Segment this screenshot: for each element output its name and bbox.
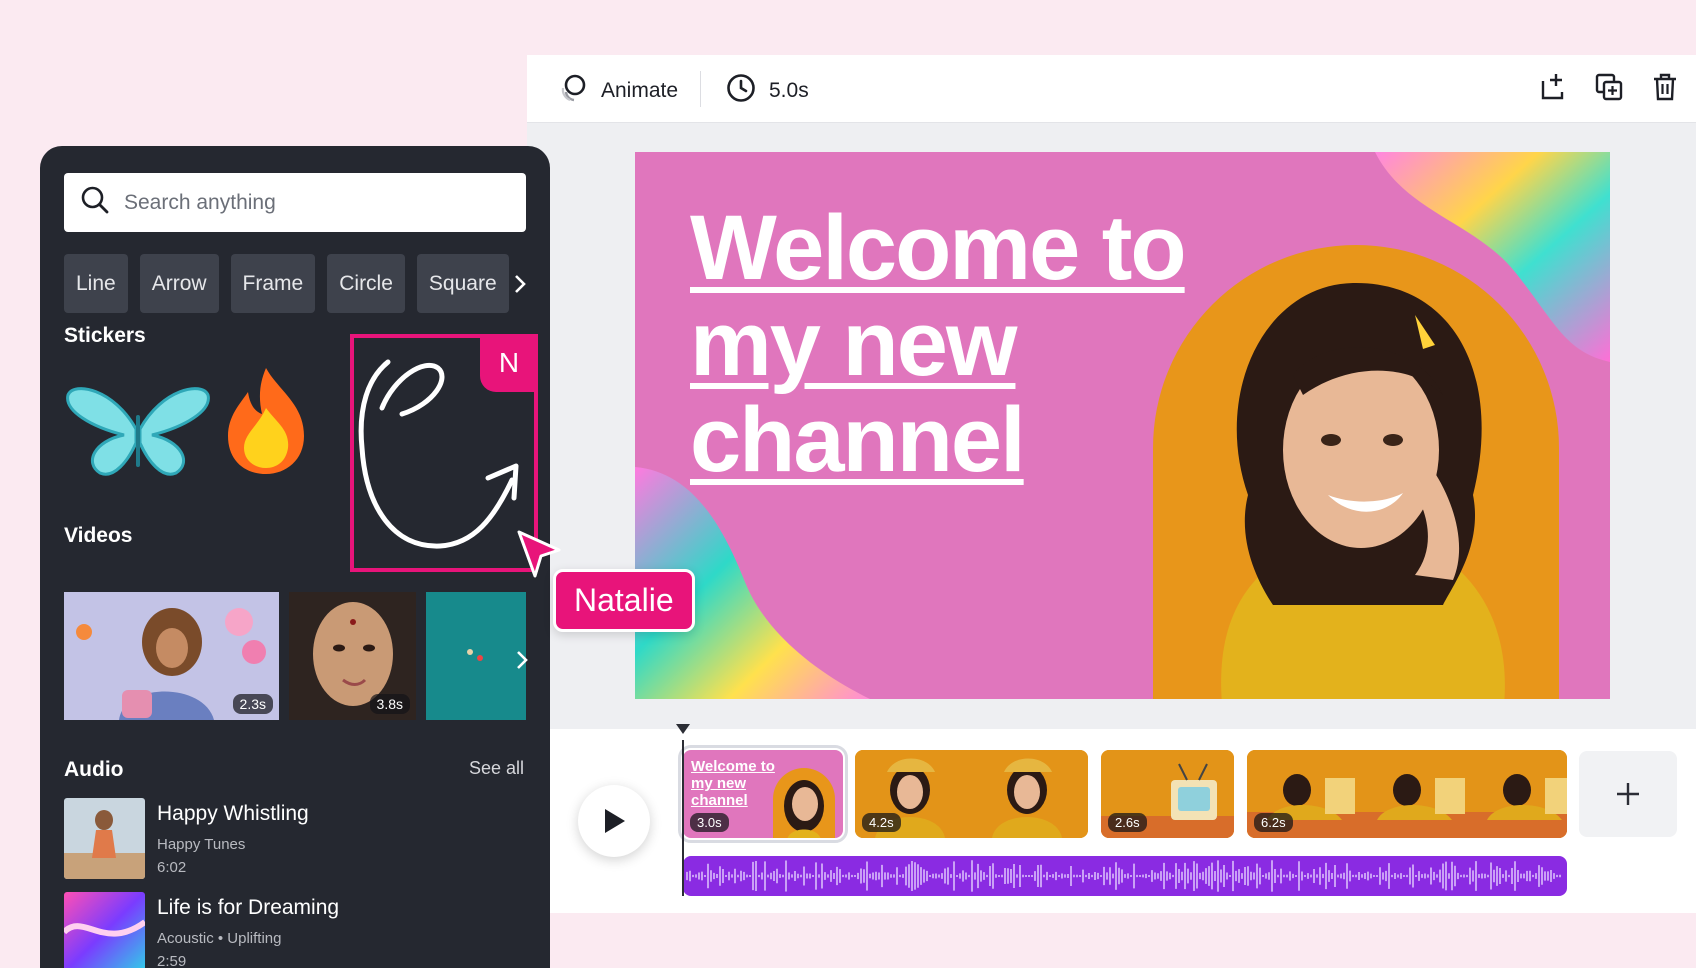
- audio-artist: Acoustic • Uplifting: [157, 930, 282, 947]
- page-actions: [1536, 70, 1682, 104]
- timeline-clip-2[interactable]: 4.2s: [855, 750, 1088, 838]
- portrait-photo[interactable]: [1153, 245, 1559, 699]
- audio-item-2[interactable]: Life is for Dreaming Acoustic • Upliftin…: [64, 892, 339, 968]
- stickers-heading: Stickers: [64, 324, 146, 347]
- clip-duration-badge: 3.0s: [690, 813, 729, 832]
- video-duration-badge: 3.8s: [369, 694, 410, 714]
- audio-item-1[interactable]: Happy Whistling Happy Tunes 6:02: [64, 798, 309, 879]
- video-duration-badge: 2.3s: [232, 694, 273, 714]
- audio-artist: Happy Tunes: [157, 836, 246, 853]
- selected-sticker-swirl[interactable]: N: [350, 334, 538, 572]
- playhead-line[interactable]: [682, 740, 684, 896]
- design-canvas[interactable]: Welcome to my new channel: [635, 152, 1610, 699]
- chip-line[interactable]: Line: [64, 254, 128, 313]
- chip-square[interactable]: Square: [416, 254, 509, 313]
- see-all-link[interactable]: See all: [469, 758, 524, 779]
- clip-duration-badge: 2.6s: [1108, 813, 1147, 832]
- timeline-clip-3[interactable]: 2.6s: [1101, 750, 1234, 838]
- editor-toolbar: Animate 5.0s: [527, 55, 1696, 123]
- audio-title: Life is for Dreaming: [157, 896, 340, 919]
- duration-button[interactable]: 5.0s: [725, 72, 809, 110]
- audio-waveform: [686, 860, 1561, 892]
- animate-icon: [557, 72, 589, 110]
- clip-duration-badge: 6.2s: [1254, 813, 1293, 832]
- audio-heading: Audio: [64, 758, 124, 781]
- clip-thumb-title: Welcome to my new channel: [691, 758, 775, 809]
- clip-duration-badge: 4.2s: [862, 813, 901, 832]
- trash-icon[interactable]: [1648, 70, 1682, 104]
- elements-side-panel: Line Arrow Frame Circle Square Stickers …: [40, 146, 550, 968]
- clock-icon: [725, 72, 757, 110]
- timeline-clip-1[interactable]: Welcome to my new channel 3.0s: [678, 745, 848, 843]
- timeline-clip-4[interactable]: 6.2s: [1247, 750, 1567, 838]
- collaborator-name-tag: Natalie: [553, 569, 695, 632]
- audio-duration: 6:02: [157, 859, 187, 876]
- slide-title[interactable]: Welcome to my new channel: [690, 200, 1210, 488]
- chip-arrow[interactable]: Arrow: [139, 254, 219, 313]
- chevron-right-icon[interactable]: [512, 646, 532, 674]
- search-icon: [80, 185, 110, 220]
- video-thumb-2[interactable]: 3.8s: [289, 592, 416, 720]
- flame-sticker-icon[interactable]: [222, 364, 310, 476]
- add-clip-button[interactable]: [1579, 751, 1677, 837]
- chip-circle[interactable]: Circle: [327, 254, 405, 313]
- toolbar-divider: [700, 71, 701, 107]
- animate-label: Animate: [601, 79, 679, 102]
- chevron-right-icon[interactable]: [510, 270, 530, 298]
- play-button[interactable]: [578, 785, 650, 857]
- collaborator-badge: N: [480, 334, 538, 392]
- audio-artwork: [64, 798, 145, 879]
- video-thumb-3[interactable]: [426, 592, 526, 720]
- duration-label: 5.0s: [769, 79, 809, 102]
- playhead-handle-icon[interactable]: [676, 724, 690, 734]
- search-input[interactable]: [124, 190, 504, 215]
- chip-frame[interactable]: Frame: [230, 254, 316, 313]
- audio-artwork: [64, 892, 145, 968]
- search-bar[interactable]: [64, 173, 526, 232]
- play-icon: [605, 809, 625, 833]
- audio-duration: 2:59: [157, 953, 187, 968]
- clip-thumb-portrait: [773, 768, 835, 838]
- duplicate-icon[interactable]: [1592, 70, 1626, 104]
- butterfly-sticker-icon[interactable]: [64, 381, 212, 481]
- video-thumb-1[interactable]: 2.3s: [64, 592, 279, 720]
- animate-button[interactable]: Animate: [557, 72, 678, 110]
- audio-track[interactable]: [683, 856, 1567, 896]
- shape-filter-chips: Line Arrow Frame Circle Square: [64, 254, 509, 313]
- audio-title: Happy Whistling: [157, 802, 309, 825]
- plus-icon: [1617, 783, 1639, 805]
- add-page-icon[interactable]: [1536, 70, 1570, 104]
- videos-heading: Videos: [64, 524, 133, 547]
